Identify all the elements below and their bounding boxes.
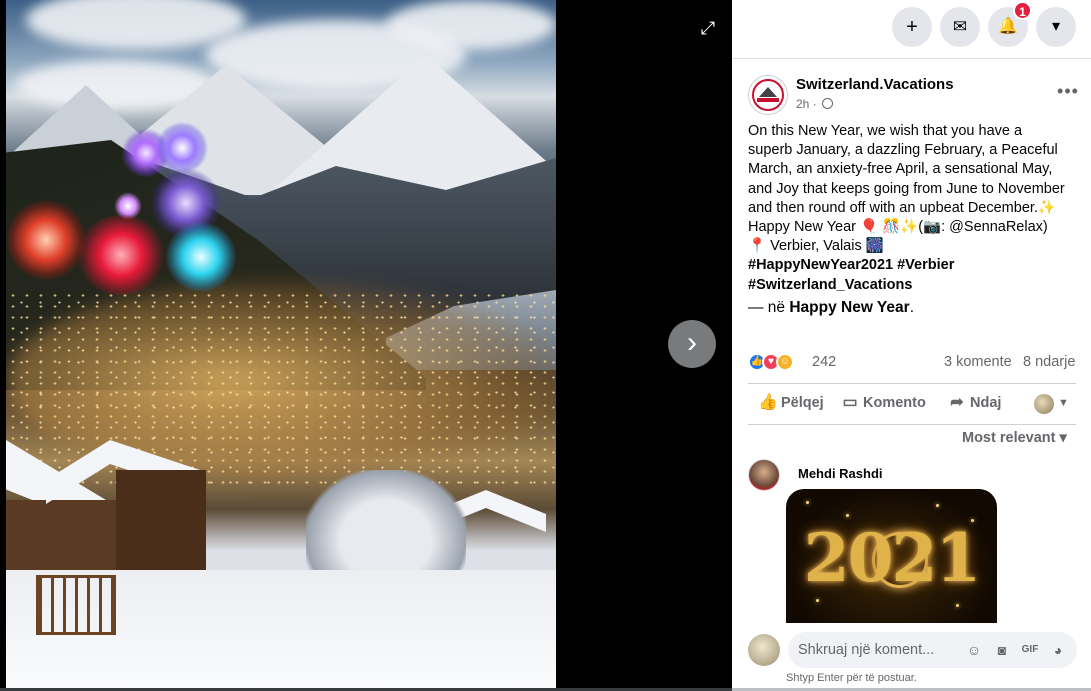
comment-input-box[interactable]: ☺ ◙ GIF ◕: [788, 632, 1077, 668]
chevron-right-icon: ›: [687, 326, 697, 359]
balcony-railing: [36, 575, 116, 635]
firework-red: [6, 200, 86, 280]
post-text-line: superb January, a dazzling February, a P…: [748, 142, 1058, 159]
gif-icon[interactable]: GIF: [1020, 640, 1040, 660]
like-button[interactable]: 👍 Pëlqej: [758, 392, 824, 412]
account-menu-button[interactable]: ▾: [1036, 7, 1076, 47]
care-reaction-icon[interactable]: ☺: [776, 353, 794, 371]
post-text-line: Happy New Year 🎈 🎊✨(📷: @SennaRelax): [748, 219, 1048, 236]
comment-bubble-icon: ▭: [842, 394, 858, 411]
sparkle: [816, 599, 819, 602]
post-panel: + ✉ 🔔 1 ▾ Switzerland.Vacations 2h · •••…: [732, 0, 1091, 691]
post-text-line: On this New Year, we wish that you have …: [748, 123, 1023, 139]
firework-violet: [156, 122, 208, 174]
avatar: [1034, 394, 1054, 414]
post-time-text: 2h ·: [796, 97, 817, 111]
sparkle: [806, 501, 809, 504]
post-options-button[interactable]: •••: [1052, 81, 1084, 105]
post-text-line: and Joy that keeps going from June to No…: [748, 180, 1065, 197]
share-arrow-icon: ➦: [950, 394, 964, 411]
logo-bar: [757, 98, 779, 102]
sticker-icon[interactable]: ◕: [1048, 640, 1068, 660]
thumbs-up-icon: 👍: [758, 394, 778, 411]
plus-icon: +: [906, 16, 918, 38]
top-bar: + ✉ 🔔 1 ▾: [732, 0, 1091, 58]
hashtag-link[interactable]: #Switzerland_Vacations: [748, 276, 1083, 295]
chalet-wall-2: [116, 470, 206, 570]
cloud-shape: [386, 0, 556, 50]
messenger-icon: ✉: [952, 17, 968, 36]
expand-icon[interactable]: ⤢: [696, 16, 720, 40]
feeling-suffix: .: [909, 299, 915, 316]
notifications-button[interactable]: 🔔 1: [988, 1, 1032, 47]
post-header: Switzerland.Vacations 2h · •••: [748, 75, 1078, 117]
post-text-line: 📍 Verbier, Valais 🎆: [748, 238, 884, 255]
page-name-link[interactable]: Switzerland.Vacations: [796, 76, 954, 93]
react-as-selector[interactable]: ▼: [1034, 392, 1074, 416]
feeling-value[interactable]: Happy New Year: [789, 299, 909, 316]
divider: [748, 383, 1076, 384]
post-photo[interactable]: [6, 0, 556, 688]
like-label: Pëlqej: [781, 395, 824, 411]
post-actions: 👍 Pëlqej ▭ Komento ➦ Ndaj ▼: [748, 388, 1076, 420]
post-text-line: and then round off with an upbeat Decemb…: [748, 199, 1056, 216]
logo-mountain: [759, 87, 777, 97]
sparkle: [846, 514, 849, 517]
firework-red-2: [76, 215, 166, 295]
camera-icon[interactable]: ◙: [992, 640, 1012, 660]
create-button[interactable]: +: [892, 7, 932, 47]
divider: [748, 424, 1076, 425]
messenger-button[interactable]: ✉: [940, 7, 980, 47]
caret-down-icon: ▼: [1058, 397, 1069, 409]
globe-icon: [822, 98, 834, 109]
more-horizontal-icon: •••: [1057, 81, 1079, 101]
sparkle: [956, 604, 959, 607]
firework-cyan: [166, 222, 236, 292]
caret-down-icon: ▾: [1051, 18, 1061, 35]
hashtag-links[interactable]: #HappyNewYear2021 #Verbier: [748, 256, 1083, 275]
divider: [732, 58, 1091, 59]
share-label: Ndaj: [970, 395, 1002, 411]
shares-count[interactable]: 8 ndarje: [1023, 354, 1075, 370]
post-timestamp[interactable]: 2h ·: [796, 97, 834, 111]
comment-image[interactable]: 2021: [786, 489, 997, 623]
feeling-prefix: — në: [748, 299, 790, 316]
commenter-avatar[interactable]: [748, 459, 780, 491]
photo-viewer: ⤢ ›: [0, 0, 732, 691]
comment-label: Komento: [863, 395, 926, 411]
comment-sort-dropdown[interactable]: Most relevant ▾: [962, 430, 1067, 446]
next-photo-button[interactable]: ›: [668, 320, 716, 368]
comment-input[interactable]: [798, 640, 968, 660]
share-button[interactable]: ➦ Ndaj: [947, 392, 1001, 412]
page-avatar[interactable]: [748, 75, 788, 115]
notification-badge: 1: [1013, 1, 1032, 20]
feeling-activity: — në Happy New Year.: [748, 299, 914, 317]
comment-image-text: 2021: [803, 519, 982, 597]
comment-composer: ☺ ◙ GIF ◕: [748, 632, 1078, 670]
comment-button[interactable]: ▭ Komento: [840, 392, 926, 412]
avatar[interactable]: [748, 634, 780, 666]
enter-to-post-hint: Shtyp Enter për të postuar.: [786, 672, 917, 684]
reactions-summary: 👍 ♥ ☺ 242 3 komente 8 ndarje: [748, 351, 1078, 373]
post-message: On this New Year, we wish that you have …: [748, 122, 1083, 295]
sparkle: [936, 504, 939, 507]
post-text-line: March, an anxiety-free April, a sensatio…: [748, 161, 1053, 178]
bell-icon: 🔔: [998, 18, 1018, 35]
emoji-icon[interactable]: ☺: [964, 640, 984, 660]
comment-author-link[interactable]: Mehdi Rashdi: [798, 466, 883, 481]
reaction-count[interactable]: 242: [812, 354, 836, 370]
comments-count[interactable]: 3 komente: [944, 354, 1012, 370]
